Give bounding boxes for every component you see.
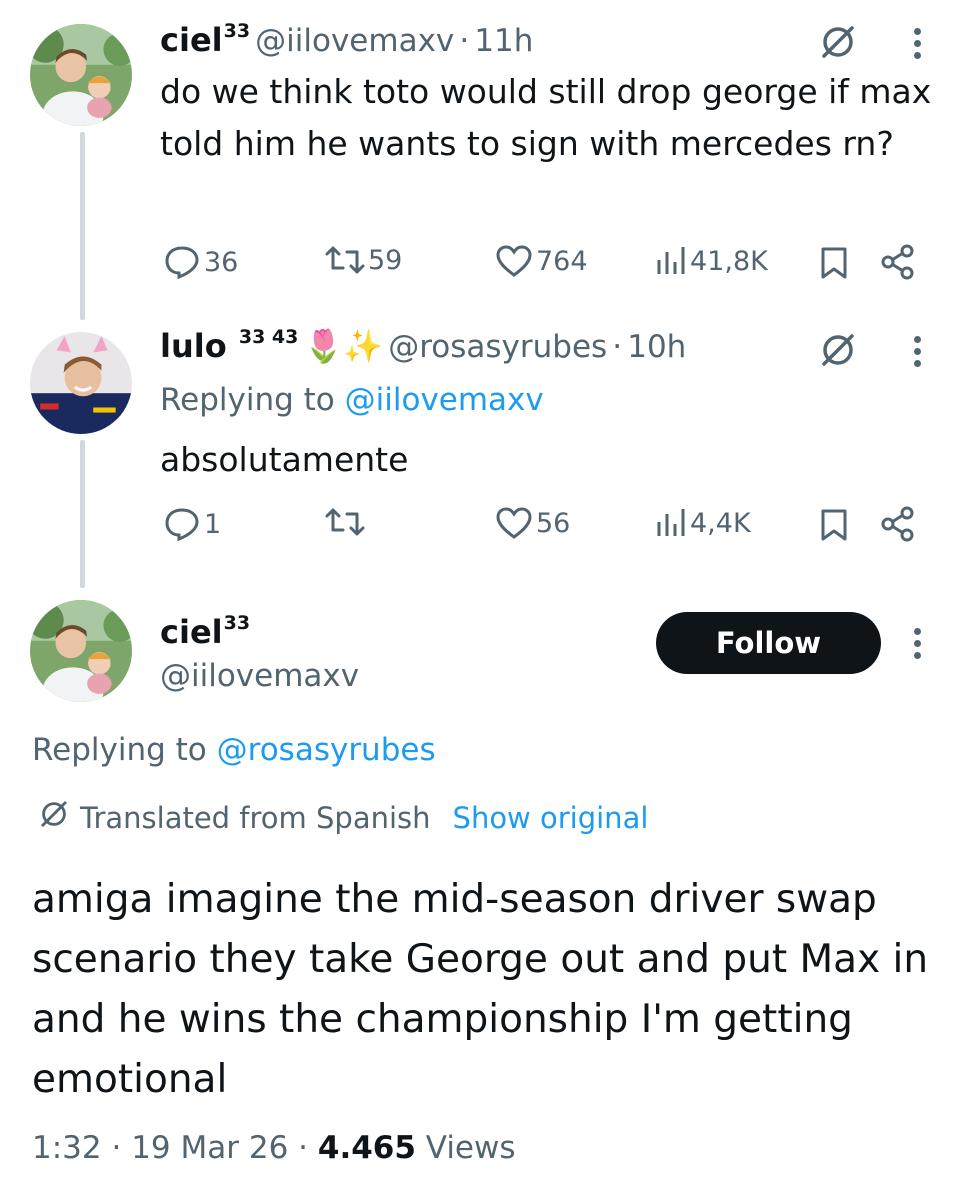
views-button[interactable]: 4,4K xyxy=(652,506,751,540)
replying-to: Replying to @iilovemaxv xyxy=(160,382,544,418)
reply-button[interactable]: 1 xyxy=(160,506,221,542)
avatar[interactable] xyxy=(30,24,132,126)
reply-count: 36 xyxy=(204,246,239,278)
timestamp[interactable]: 11h xyxy=(474,23,533,59)
tweet-text: absolutamente xyxy=(160,440,409,479)
dot-separator: · xyxy=(298,1130,309,1166)
author-name[interactable]: ciel33 xyxy=(160,20,250,59)
bookmark-icon[interactable] xyxy=(820,508,848,546)
avatar[interactable] xyxy=(30,600,132,702)
name-emoji: 🌷✨ xyxy=(303,327,384,365)
bookmark-icon[interactable] xyxy=(820,246,848,284)
tweet-meta: 1:32 · 19 Mar 26 · 4.465 Views xyxy=(32,1130,516,1166)
like-button[interactable]: 764 xyxy=(492,244,588,278)
author-handle[interactable]: @rosasyrubes xyxy=(388,329,607,365)
main-tweet-text: amiga imagine the mid-season driver swap… xyxy=(32,877,929,1102)
tweet-time[interactable]: 1:32 xyxy=(32,1130,102,1166)
views-button[interactable]: 41,8K xyxy=(652,244,768,278)
like-count: 56 xyxy=(536,507,571,539)
more-icon[interactable] xyxy=(912,336,922,367)
translated-label: Translated from Spanish xyxy=(80,800,431,835)
like-icon xyxy=(495,506,533,540)
author-name[interactable]: ciel33 xyxy=(160,612,250,651)
replying-to: Replying to @rosasyrubes xyxy=(32,732,436,768)
views-icon xyxy=(655,244,687,278)
follow-button[interactable]: Follow xyxy=(656,612,881,674)
reply-button[interactable]: 36 xyxy=(160,244,238,280)
views-label: Views xyxy=(425,1130,516,1166)
replying-to-handle[interactable]: @rosasyrubes xyxy=(217,732,436,768)
grok-icon[interactable] xyxy=(818,22,858,66)
grok-icon[interactable] xyxy=(818,330,858,374)
dot-separator: · xyxy=(612,329,623,365)
thread-line xyxy=(80,440,85,588)
reply-count: 1 xyxy=(204,508,222,540)
tweet-text: do we think toto would still drop george… xyxy=(160,72,932,163)
author-name[interactable]: lulo 33 43 xyxy=(160,326,298,365)
translation-bar: Translated from Spanish Show original xyxy=(38,798,648,837)
retweet-icon xyxy=(325,244,365,276)
tweet-date[interactable]: 19 Mar 26 xyxy=(131,1130,288,1166)
like-icon xyxy=(495,244,533,278)
reply-icon xyxy=(163,244,201,280)
share-icon[interactable] xyxy=(880,244,916,284)
retweet-button[interactable] xyxy=(322,506,368,538)
more-icon[interactable] xyxy=(912,628,922,659)
like-button[interactable]: 56 xyxy=(492,506,570,540)
author-handle[interactable]: @iilovemaxv xyxy=(255,23,454,59)
author-handle[interactable]: @iilovemaxv xyxy=(160,658,359,694)
like-count: 764 xyxy=(536,245,588,277)
reply-icon xyxy=(163,506,201,542)
avatar[interactable] xyxy=(30,332,132,434)
views-icon xyxy=(655,506,687,540)
replying-to-handle[interactable]: @iilovemaxv xyxy=(345,382,544,418)
timestamp[interactable]: 10h xyxy=(627,329,686,365)
more-icon[interactable] xyxy=(912,28,922,59)
show-original-link[interactable]: Show original xyxy=(453,801,649,835)
dot-separator: · xyxy=(459,23,470,59)
retweet-button[interactable]: 59 xyxy=(322,244,402,276)
views-count: 41,8K xyxy=(690,245,768,277)
translate-icon xyxy=(38,798,70,837)
dot-separator: · xyxy=(111,1130,122,1166)
share-icon[interactable] xyxy=(880,506,916,546)
thread-line xyxy=(80,132,85,320)
retweet-count: 59 xyxy=(368,244,403,276)
retweet-icon xyxy=(325,506,365,538)
views-count: 4.465 xyxy=(317,1130,416,1166)
views-count: 4,4K xyxy=(690,507,751,539)
